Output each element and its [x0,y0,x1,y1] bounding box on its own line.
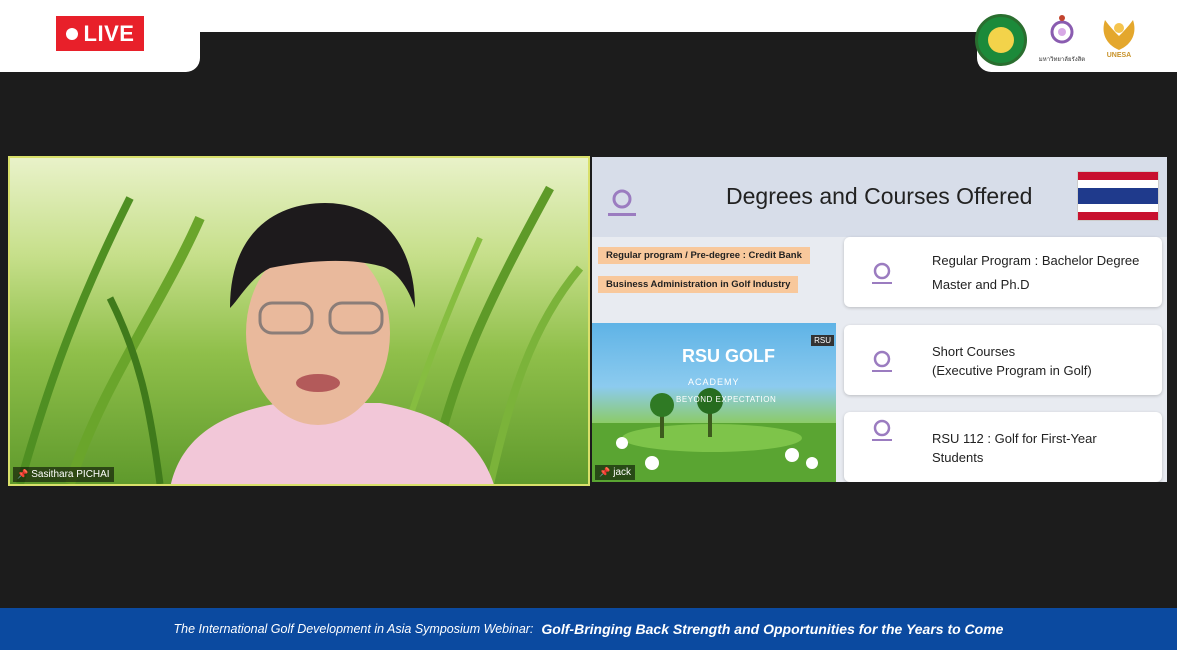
slide-header: Degrees and Courses Offered [592,157,1167,237]
golf-academy-title: RSU GOLF [682,347,775,365]
share-name: jack [613,467,632,478]
shared-slide-tile[interactable]: Degrees and Courses Offered Regular prog… [592,157,1167,482]
course-card-regular-line2: Master and Ph.D [932,277,1030,292]
pin-icon: 📌 [599,467,611,477]
unesa-emblem-icon [1103,20,1135,50]
golf-academy-tagline: BEYOND EXPECTATION [676,395,777,404]
course-card-short-line2: (Executive Program in Golf) [932,363,1092,378]
event-banner-theme: Golf-Bringing Back Strength and Opportun… [541,621,1004,637]
live-badge: LIVE [56,16,144,51]
thailand-flag-icon [1077,171,1159,221]
course-card-short: Short Courses (Executive Program in Golf… [844,325,1162,395]
ministry-logo [975,14,1027,66]
course-card-rsu112-text: RSU 112 : Golf for First-Year Students [932,429,1097,467]
rsu-card-logo-icon [872,262,892,284]
rsu-emblem-icon [1050,15,1074,44]
share-name-tag: 📌 jack [595,465,636,480]
speaker-name-tag: 📌 Sasithara PICHAI [13,467,114,482]
pin-icon: 📌 [17,469,29,479]
rsu-card-logo-icon [872,419,892,441]
partner-logos: มหาวิทยาลัยรังสิต UNESA [975,12,1141,68]
slide-title: Degrees and Courses Offered [726,183,1033,209]
course-card-short-line1: Short Courses [932,344,1016,359]
rsu-card-logo-icon [872,350,892,372]
speaker-name: Sasithara PICHAI [31,469,110,480]
speaker-video-tile[interactable]: 📌 Sasithara PICHAI [8,156,590,486]
course-card-regular: Regular Program : Bachelor Degree Master… [844,237,1162,307]
rsu-slide-logo-icon [608,189,636,216]
golf-rsu-badge: RSU [811,335,834,346]
course-card-regular-line1: Regular Program : Bachelor Degree [932,253,1140,268]
unesa-logo: UNESA [1097,14,1141,66]
speaker-figure [171,203,494,484]
unesa-logo-caption: UNESA [1106,52,1132,59]
slide-pill-business-admin: Business Administration in Golf Industry [598,276,799,293]
event-banner: The International Golf Development in As… [0,608,1177,650]
ministry-logo-emblem [988,27,1014,53]
golf-academy-subtitle: ACADEMY [688,377,740,387]
event-banner-title: The International Golf Development in As… [173,622,534,636]
rsu-logo: มหาวิทยาลัยรังสิต [1035,12,1089,68]
golf-title-line1: RSU GOLF [682,346,775,366]
live-dot-icon [65,27,78,40]
course-card-short-text: Short Courses (Executive Program in Golf… [932,342,1092,380]
course-card-rsu112: RSU 112 : Golf for First-Year Students [844,412,1162,482]
course-card-rsu112-line2: Students [932,450,984,465]
rsu-logo-caption: มหาวิทยาลัยรังสิต [1038,57,1086,63]
live-label: LIVE [83,20,135,46]
course-card-rsu112-line1: RSU 112 : Golf for First-Year [932,431,1097,446]
course-card-regular-text: Regular Program : Bachelor Degree Master… [932,251,1139,294]
golf-academy-image: RSU GOLF ACADEMY BEYOND EXPECTATION RSU [592,323,836,482]
slide-pill-regular-program: Regular program / Pre-degree : Credit Ba… [598,247,810,264]
top-bar: LIVE มหาวิทยาลัยรังสิต UNESA [0,0,1177,72]
